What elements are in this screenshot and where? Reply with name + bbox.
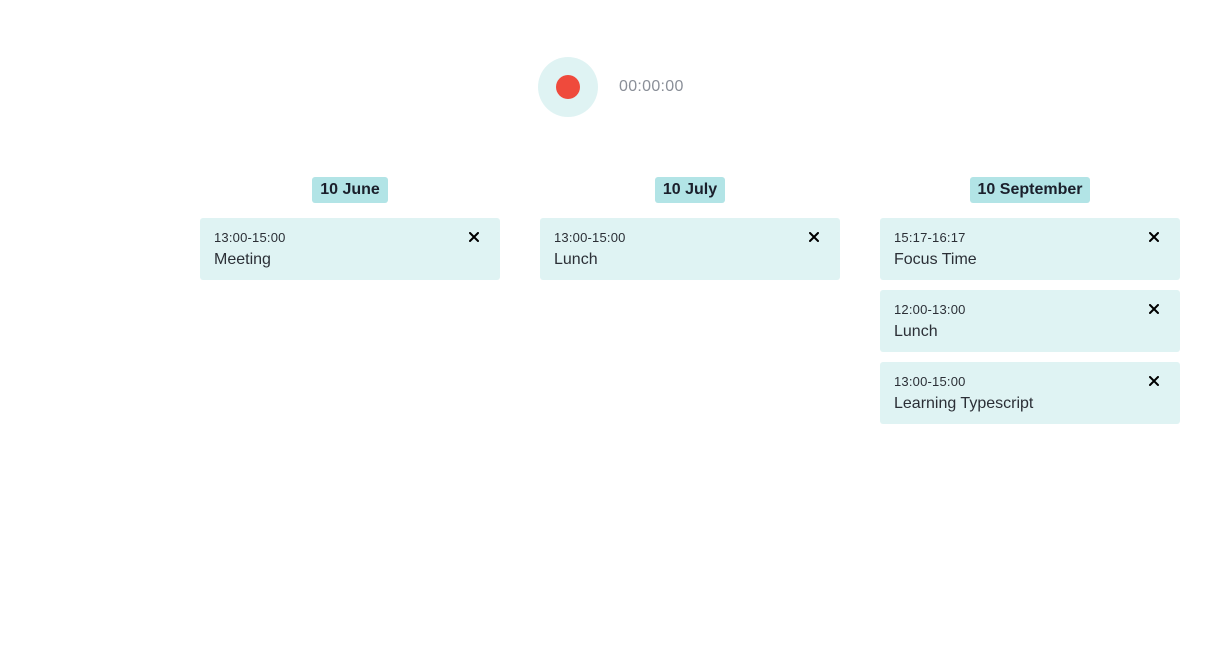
day-column-july: 10 July 13:00-15:00 Lunch xyxy=(540,177,840,290)
day-header: 10 July xyxy=(540,177,840,203)
record-icon xyxy=(556,75,580,99)
timer-display: 00:00:00 xyxy=(619,78,684,95)
event-time: 13:00-15:00 xyxy=(894,374,966,389)
event-card[interactable]: 12:00-13:00 Lunch xyxy=(880,290,1180,352)
event-title: Learning Typescript xyxy=(894,395,1034,412)
event-time: 13:00-15:00 xyxy=(214,230,286,245)
day-label: 10 July xyxy=(654,177,726,203)
close-icon[interactable] xyxy=(1146,301,1162,317)
event-time: 12:00-13:00 xyxy=(894,302,966,317)
close-icon[interactable] xyxy=(806,229,822,245)
event-title: Focus Time xyxy=(894,251,977,268)
close-icon[interactable] xyxy=(466,229,482,245)
event-title: Lunch xyxy=(554,251,598,268)
close-icon[interactable] xyxy=(1146,229,1162,245)
event-title: Lunch xyxy=(894,323,938,340)
day-label: 10 June xyxy=(312,177,388,203)
event-card[interactable]: 15:17-16:17 Focus Time xyxy=(880,218,1180,280)
event-time: 15:17-16:17 xyxy=(894,230,966,245)
day-header: 10 September xyxy=(880,177,1180,203)
day-column-september: 10 September 15:17-16:17 Focus Time 12:0… xyxy=(880,177,1180,434)
event-card[interactable]: 13:00-15:00 Lunch xyxy=(540,218,840,280)
recorder: 00:00:00 xyxy=(538,57,684,117)
day-header: 10 June xyxy=(200,177,500,203)
record-button[interactable] xyxy=(538,57,598,117)
event-title: Meeting xyxy=(214,251,271,268)
event-card[interactable]: 13:00-15:00 Meeting xyxy=(200,218,500,280)
day-column-june: 10 June 13:00-15:00 Meeting xyxy=(200,177,500,290)
close-icon[interactable] xyxy=(1146,373,1162,389)
event-card[interactable]: 13:00-15:00 Learning Typescript xyxy=(880,362,1180,424)
day-label: 10 September xyxy=(969,177,1091,203)
event-time: 13:00-15:00 xyxy=(554,230,626,245)
